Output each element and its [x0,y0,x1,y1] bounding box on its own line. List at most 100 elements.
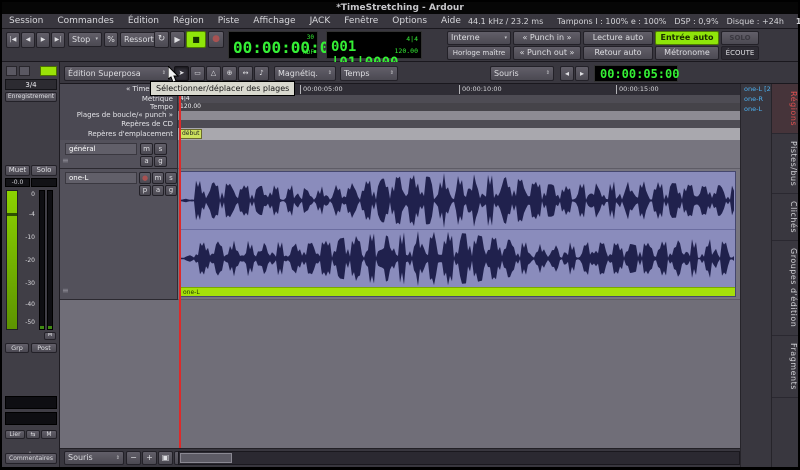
meter-reset-button[interactable]: M [44,332,56,340]
track-playlist-button[interactable]: p [139,185,151,196]
range-tool-button[interactable]: ▭ [190,66,205,81]
editor-canvas-empty[interactable] [60,300,740,448]
track-name-field[interactable]: général [65,143,137,155]
ruler-label-location-markers[interactable]: Repères d'emplacement [60,128,177,140]
menu-jack[interactable]: JACK [303,14,338,29]
track-group-button[interactable]: g [165,185,177,196]
goto-end-button[interactable]: ▶| [51,32,65,48]
rewind-button[interactable]: ◀ [21,32,35,48]
forward-button[interactable]: ▶ [36,32,50,48]
timefx-tool-button[interactable]: ↔ [238,66,253,81]
ruler-label-meter[interactable]: Métrique [60,95,177,103]
comments-button[interactable]: Commentaires [5,453,57,464]
track-header-general[interactable]: général m s a g ≡ [60,140,178,169]
mono-button[interactable]: M [41,430,57,439]
tempo-marker[interactable]: 120.00 [180,103,201,111]
tab-tracks-buses[interactable]: Pistes/bus [772,134,798,194]
track-grip-icon[interactable]: ≡ [62,156,69,165]
zoom-focus-select[interactable]: Souris ⇕ [64,451,124,465]
tempo-ruler[interactable]: 120.00 [178,103,740,111]
track-solo-button[interactable]: s [165,172,177,184]
strip-button-1[interactable] [6,66,17,76]
link-button[interactable]: Lier [5,430,25,439]
auto-input-button[interactable]: Entrée auto [655,31,719,45]
track-name-field[interactable]: one-L [65,172,137,184]
audio-region[interactable]: one-L [179,171,736,297]
track-canvas-general[interactable] [178,140,740,169]
menu-piste[interactable]: Piste [211,14,247,29]
input-selector[interactable] [5,396,57,409]
tab-snapshots[interactable]: Clichés [772,194,798,241]
ruler-label-tempo[interactable]: Tempo [60,103,177,111]
strip-mute-button[interactable]: Muet [5,165,30,176]
solo-button[interactable]: SOLO [721,31,759,45]
record-button[interactable]: ● [208,31,224,48]
ruler-label-cd-markers[interactable]: Repères de CD [60,120,177,128]
goto-start-button[interactable]: |◀ [6,32,20,48]
meter-point-button[interactable]: Post [31,343,57,353]
gain-fader[interactable] [6,190,18,330]
location-marker-ruler[interactable]: début [178,128,740,140]
sync-source-select[interactable]: Interne ▾ [447,31,511,45]
stop-button[interactable]: ■ [186,31,206,48]
punch-out-button[interactable]: « Punch out » [513,46,581,60]
region-name-bar[interactable]: one-L [180,287,735,296]
shuttle-percent-button[interactable]: % [104,32,118,47]
metronome-button[interactable]: Métronome [655,46,719,60]
track-automation-button[interactable]: a [152,185,164,196]
gain-display[interactable]: -0.0 [5,178,30,187]
track-mute-button[interactable]: m [152,172,164,184]
bus-mute-button[interactable]: m [140,143,153,155]
swap-button[interactable]: ⇆ [26,430,40,439]
zoom-tool-button[interactable]: ⊕ [222,66,237,81]
region-list-item[interactable]: one-L [2 [741,84,771,94]
menu-commandes[interactable]: Commandes [50,14,120,29]
zoom-in-button[interactable]: + [142,451,157,465]
meter-marker[interactable]: 4|4 [180,95,190,103]
zoom-out-button[interactable]: − [126,451,141,465]
menu-affichage[interactable]: Affichage [246,14,302,29]
bus-group-button[interactable]: g [154,156,167,167]
scrollbar-thumb[interactable] [180,453,232,463]
region-list-item[interactable]: one-R [741,94,771,104]
track-grip-icon[interactable]: ≡ [62,286,69,295]
track-color-chip[interactable] [40,66,57,76]
tab-regions[interactable]: Régions [772,84,798,134]
edit-point-next-button[interactable]: ▸ [575,66,589,81]
track-record-arm-button[interactable]: ● [139,172,151,184]
strip-record-button[interactable]: Enregistrement [5,92,57,102]
primary-clock[interactable]: 00:00:00:00 30 NDF [228,31,318,59]
strip-input-button[interactable]: 3/4 [5,79,57,90]
play-button[interactable]: ▶ [170,31,185,48]
zoom-to-session-button[interactable]: ▣ [158,451,173,465]
output-selector[interactable] [5,412,57,425]
edit-point-prev-button[interactable]: ◂ [560,66,574,81]
region-list-item[interactable]: one-L [741,104,771,114]
menu-region[interactable]: Région [166,14,211,29]
audition-button[interactable]: ÉCOUTE [721,46,759,60]
edit-point-clock[interactable]: 00:00:05:00 [594,65,678,82]
edit-mode-select[interactable]: Édition Superposa ⇕ [64,66,170,81]
menu-aide[interactable]: Aide [434,14,468,29]
punch-in-button[interactable]: « Punch in » [513,31,581,45]
track-canvas-one-l[interactable]: one-L [178,169,740,300]
horizontal-scrollbar[interactable] [178,451,740,465]
menu-edition[interactable]: Édition [121,14,166,29]
start-marker[interactable]: début [179,129,202,139]
gain-tool-button[interactable]: △ [206,66,221,81]
loop-punch-ruler[interactable] [178,111,740,120]
cd-marker-ruler[interactable] [178,120,740,128]
snap-mode-select[interactable]: Magnétiq. ⇕ [274,66,336,81]
tab-chunks[interactable]: Fragments [772,336,798,398]
group-button[interactable]: Grp [5,343,29,353]
auto-play-button[interactable]: Lecture auto [583,31,653,45]
track-header-one-l[interactable]: one-L ● m s p a g ≡ [60,169,178,300]
audition-tool-button[interactable]: ♪ [254,66,269,81]
secondary-clock[interactable]: 001 |01|0000 4|4 120.00 [326,31,422,59]
clock-master-button[interactable]: Horloge maître [447,46,511,60]
bus-automation-button[interactable]: a [140,156,153,167]
mouse-mode-select[interactable]: Souris ⇕ [490,66,554,81]
fader-handle[interactable] [7,213,17,216]
peak-display[interactable] [31,178,57,187]
strip-solo-button[interactable]: Solo [31,165,57,176]
